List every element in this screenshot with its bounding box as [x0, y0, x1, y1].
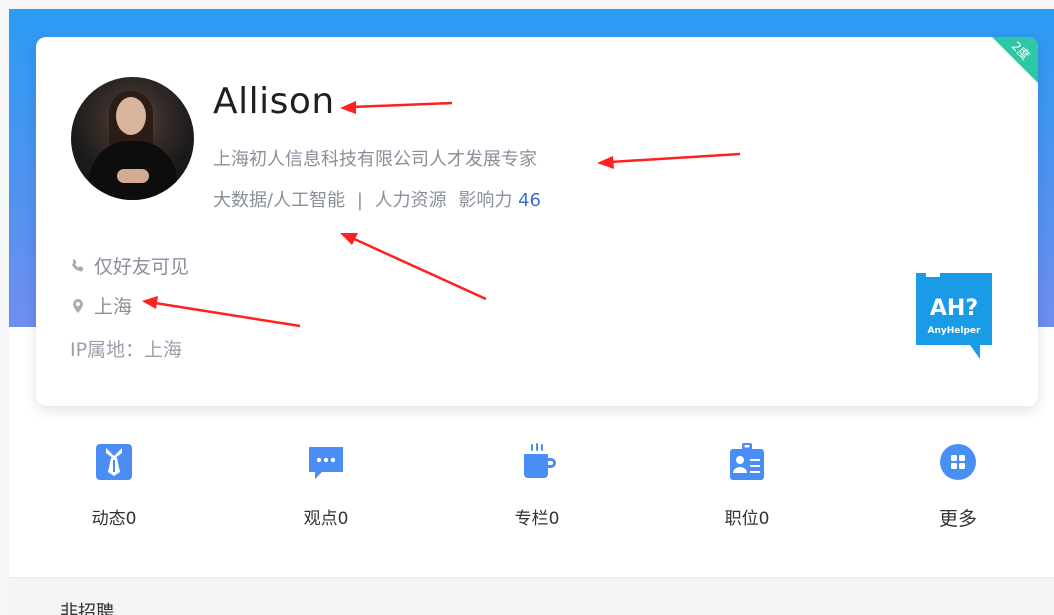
profile-page: 2度 Allison 上海初人信息科技有限公司人才发展专家 大数据/人工智能 |…	[0, 0, 1054, 615]
tag-separator: |	[356, 190, 363, 211]
grid-dots-icon	[940, 444, 976, 480]
location-pin-icon	[73, 298, 83, 313]
chat-bubble-icon	[309, 447, 343, 479]
industry-tag[interactable]: 大数据/人工智能	[213, 190, 345, 211]
nav-item-activity[interactable]: 动态0	[54, 430, 174, 529]
nav-label-columns: 专栏0	[514, 509, 560, 529]
section-heading-partial: 非招聘	[60, 602, 114, 615]
nav-item-columns[interactable]: 专栏0	[477, 430, 597, 529]
nav-label-more: 更多	[938, 508, 977, 530]
nav-item-opinions[interactable]: 观点0	[266, 430, 386, 529]
profile-tags: 大数据/人工智能 | 人力资源 影响力 46	[213, 186, 541, 212]
coffee-cup-icon	[524, 443, 556, 478]
category-tag[interactable]: 人力资源	[375, 190, 447, 211]
contact-text: 仅好友可见	[94, 256, 190, 278]
tie-icon	[96, 444, 132, 480]
profile-card: 2度 Allison 上海初人信息科技有限公司人才发展专家 大数据/人工智能 |…	[36, 37, 1038, 406]
contact-row: 仅好友可见	[70, 252, 189, 279]
location-text: 上海	[94, 296, 133, 318]
profile-nav: 动态0 观点0 专栏0 职位0 更多	[9, 430, 1054, 550]
nav-label-jobs: 职位0	[724, 509, 770, 529]
phone-icon	[72, 258, 84, 272]
location-row: 上海	[70, 292, 132, 319]
ip-location-text: IP属地：上海	[70, 339, 183, 361]
profile-name: Allison	[213, 81, 335, 122]
nav-label-activity: 动态0	[91, 509, 137, 529]
influence-label: 影响力	[458, 190, 513, 211]
nav-label-opinions: 观点0	[303, 509, 349, 529]
bottom-section	[9, 577, 1054, 615]
logo-mark: AH?	[930, 296, 978, 321]
influence-value[interactable]: 46	[518, 190, 541, 211]
nav-item-jobs[interactable]: 职位0	[687, 430, 807, 529]
logo-text: AnyHelper	[928, 326, 982, 336]
anyhelper-logo[interactable]: AH? AnyHelper	[916, 273, 992, 359]
profile-job-title: 上海初人信息科技有限公司人才发展专家	[213, 149, 537, 170]
nav-item-more[interactable]: 更多	[898, 430, 1018, 531]
avatar[interactable]	[71, 77, 194, 200]
id-badge-icon	[730, 443, 764, 480]
